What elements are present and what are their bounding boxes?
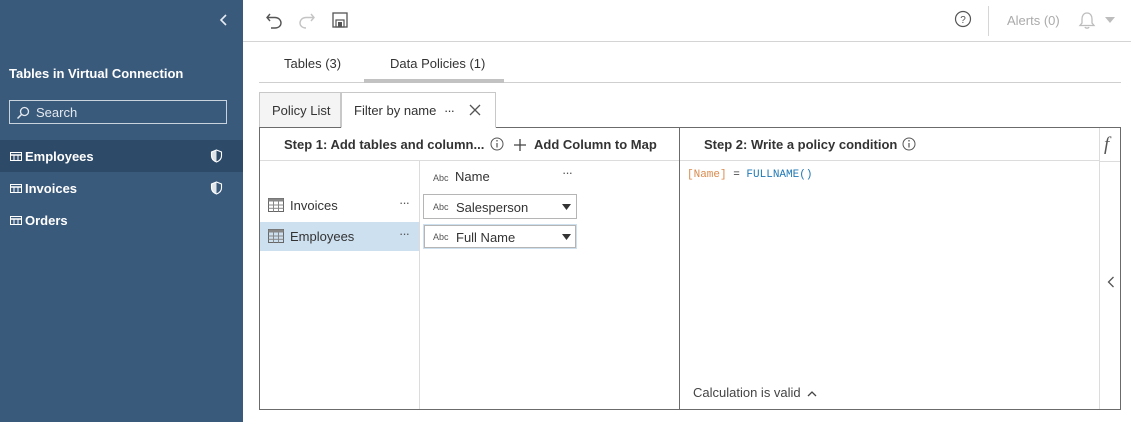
shield-icon (210, 181, 223, 195)
search-icon (16, 106, 30, 120)
tab-tables[interactable]: Tables (3) (284, 56, 341, 71)
table-more-button[interactable]: ··· (399, 226, 410, 241)
panel-splitter[interactable] (679, 128, 680, 409)
policy-editor-panel: Step 1: Add tables and column... Add Col… (259, 127, 1121, 410)
column-more-button[interactable]: ··· (562, 165, 573, 180)
shield-icon (210, 149, 223, 163)
redo-icon[interactable] (297, 10, 317, 30)
tab-policy-list[interactable]: Policy List (259, 92, 341, 128)
sidebar-table-list: Employees Invoices Orders (0, 140, 243, 236)
table-icon (10, 216, 22, 225)
save-icon[interactable] (330, 10, 350, 30)
tab-more-button[interactable]: ··· (444, 103, 455, 118)
bell-icon[interactable] (1077, 10, 1097, 30)
sidebar: Tables in Virtual Connection Employees (0, 0, 243, 422)
help-icon[interactable]: ? (954, 10, 972, 28)
info-icon[interactable] (902, 137, 916, 151)
calculation-status[interactable]: Calculation is valid (693, 385, 801, 400)
policy-condition-editor[interactable]: [Name] = FULLNAME() (687, 169, 812, 181)
column-header-name: Abc Name (432, 169, 582, 187)
active-tab-indicator (364, 79, 504, 83)
sidebar-item-label: Invoices (25, 181, 78, 196)
column-select-value: Salesperson (456, 200, 529, 215)
tab-filter-by-name[interactable]: Filter by name ··· (341, 92, 496, 128)
top-toolbar: ? Alerts (0) (243, 0, 1131, 42)
step1-header: Step 1: Add tables and column... Add Col… (260, 128, 679, 161)
step2-title: Step 2: Write a policy condition (704, 137, 898, 152)
column-header-label: Name (455, 169, 490, 184)
table-more-button[interactable]: ··· (399, 195, 410, 210)
tab-filter-label: Filter by name (354, 103, 437, 118)
tab-data-policies[interactable]: Data Policies (1) (390, 56, 485, 71)
column-select-salesperson[interactable]: Abc Salesperson (423, 194, 577, 219)
sidebar-title: Tables in Virtual Connection (9, 66, 184, 81)
alerts-button[interactable]: Alerts (0) (1007, 13, 1060, 28)
table-row-invoices[interactable]: Invoices ··· (260, 191, 419, 220)
plus-icon (514, 139, 526, 151)
sidebar-item-orders[interactable]: Orders (0, 204, 243, 236)
functions-pane-separator (1100, 161, 1120, 162)
table-row-employees[interactable]: Employees ··· (260, 222, 419, 251)
main-tabs: Tables (3) Data Policies (1) (259, 42, 1121, 83)
function-icon[interactable]: f (1104, 134, 1109, 156)
chevron-up-icon[interactable] (807, 390, 817, 397)
info-icon[interactable] (490, 137, 504, 151)
code-operator-token: = (726, 169, 747, 181)
search-box[interactable] (9, 100, 227, 124)
column-select-value: Full Name (456, 230, 516, 245)
svg-text:?: ? (960, 15, 966, 26)
sidebar-item-label: Employees (25, 149, 94, 164)
table-icon (10, 184, 22, 193)
close-icon[interactable] (469, 104, 481, 116)
string-type-icon: Abc (433, 232, 449, 242)
toolbar-divider (988, 6, 989, 36)
caret-down-icon[interactable] (1105, 17, 1115, 23)
dropdown-arrow-icon (562, 204, 571, 210)
chevron-left-icon[interactable] (1107, 276, 1115, 288)
policy-tabs: Policy List Filter by name ··· (259, 92, 499, 128)
table-row-label: Invoices (290, 198, 338, 213)
tab-policy-list-label: Policy List (272, 103, 331, 118)
table-row-label: Employees (290, 229, 355, 244)
string-type-icon: Abc (433, 173, 449, 183)
column-select-full-name[interactable]: Abc Full Name (423, 224, 577, 249)
dropdown-arrow-icon (562, 234, 571, 240)
table-grid-icon (268, 229, 284, 243)
string-type-icon: Abc (433, 202, 449, 212)
column-separator (419, 161, 420, 409)
undo-icon[interactable] (264, 10, 284, 30)
sidebar-item-label: Orders (25, 213, 68, 228)
add-column-label: Add Column to Map (534, 137, 657, 152)
step1-title: Step 1: Add tables and column... (284, 137, 485, 152)
functions-pane-divider (1099, 128, 1100, 409)
chevron-left-icon[interactable] (214, 10, 234, 30)
code-field-token: [Name] (687, 169, 727, 181)
table-icon (10, 152, 22, 161)
sidebar-item-invoices[interactable]: Invoices (0, 172, 243, 204)
search-input[interactable] (36, 101, 224, 123)
sidebar-item-employees[interactable]: Employees (0, 140, 243, 172)
step2-header: Step 2: Write a policy condition (680, 128, 1100, 161)
code-function-token: FULLNAME() (746, 169, 813, 181)
table-grid-icon (268, 198, 284, 212)
